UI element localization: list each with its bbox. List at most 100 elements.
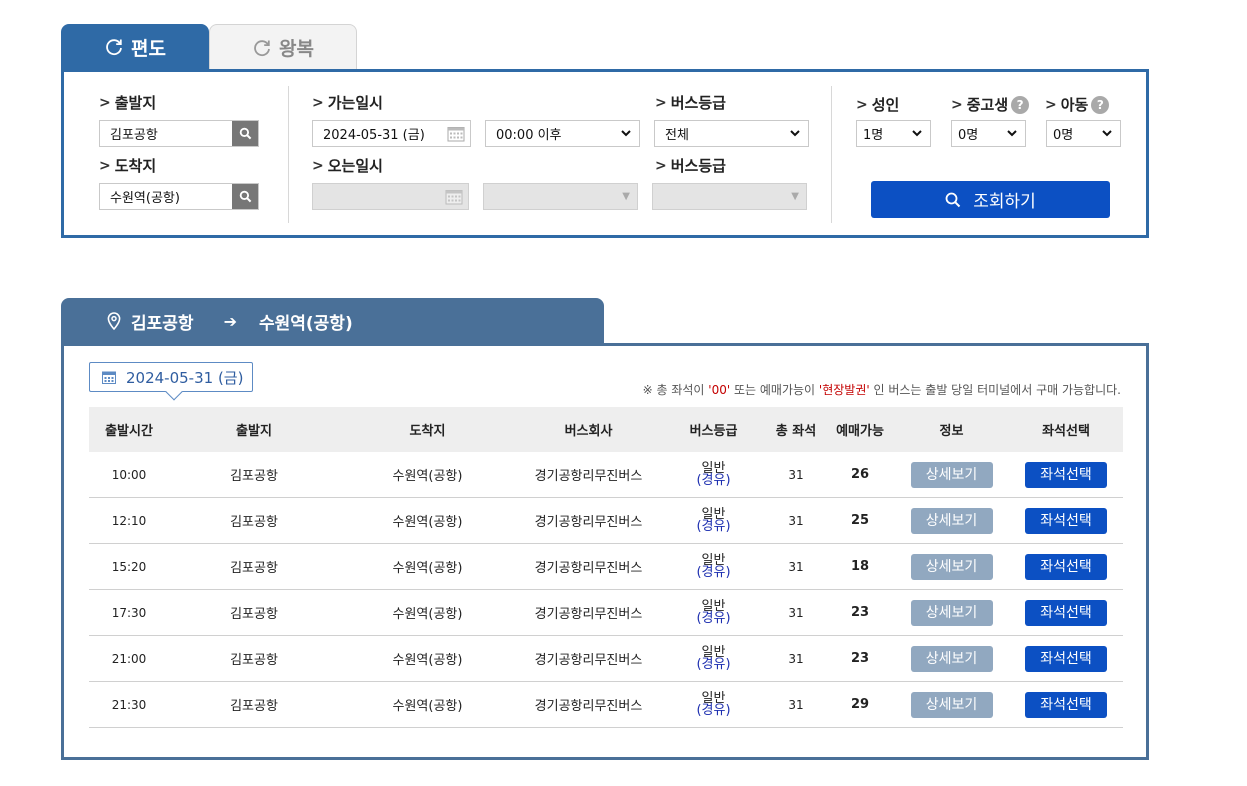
chevron-down-icon	[912, 130, 922, 137]
cell-arrival: 수원역(공항)	[392, 699, 463, 714]
results-table: 출발시간 출발지 도착지 버스회사 버스등급 총 좌석 예매가능 정보 좌석선택…	[89, 407, 1123, 728]
seat-select-button[interactable]: 좌석선택	[1025, 461, 1107, 488]
chevron-right-icon: >	[951, 96, 963, 113]
table-row: 10:00 김포공항 수원역(공항) 경기공항리무진버스 일반 (경유) 31 26 상세보기 좌…	[89, 452, 1123, 498]
cell-total-seats: 31	[788, 513, 804, 528]
return-bus-grade-select: ▼	[652, 183, 807, 210]
route-header: 김포공항 ➔ 수원역(공항)	[61, 298, 604, 344]
chevron-right-icon: >	[1045, 96, 1057, 113]
chevron-down-icon	[790, 130, 800, 137]
cell-departure: 김포공항	[230, 515, 278, 530]
cell-available-seats: 26	[850, 467, 870, 482]
seat-select-button[interactable]: 좌석선택	[1025, 645, 1107, 672]
cell-bus-company: 경기공항리무진버스	[534, 469, 643, 484]
cell-available-seats: 18	[850, 559, 870, 574]
go-time-select[interactable]: 00:00 이후	[485, 120, 640, 147]
youth-value: 0명	[958, 128, 979, 143]
table-row: 21:00 김포공항 수원역(공항) 경기공항리무진버스 일반 (경유) 31 23 상세보기 좌…	[89, 636, 1123, 682]
header-departure: 출발지	[236, 424, 272, 439]
return-date-label-text: 오는일시	[327, 157, 383, 175]
results-date: 2024-05-31 (금)	[126, 368, 244, 387]
header-total-seats: 총 좌석	[775, 424, 817, 439]
cell-bus-company: 경기공항리무진버스	[534, 699, 643, 714]
cell-info: 상세보기	[894, 691, 1009, 718]
table-body: 10:00 김포공항 수원역(공항) 경기공항리무진버스 일반 (경유) 31 26 상세보기 좌…	[89, 452, 1123, 728]
youth-label-text: 중고생	[966, 96, 1009, 114]
table-row: 21:30 김포공항 수원역(공항) 경기공항리무진버스 일반 (경유) 31 29 상세보기 좌…	[89, 682, 1123, 728]
via-text: (경유)	[696, 656, 731, 672]
adult-select[interactable]: 1명	[856, 120, 931, 147]
detail-button[interactable]: 상세보기	[910, 691, 993, 718]
adult-label-text: 성인	[871, 96, 900, 114]
arrival-field[interactable]: 수원역(공항)	[99, 183, 259, 210]
seat-select-button[interactable]: 좌석선택	[1025, 691, 1107, 718]
notice-mid: 또는 예매가능이	[730, 383, 819, 397]
refresh-icon	[106, 39, 122, 56]
cell-departure: 김포공항	[230, 607, 278, 622]
tab-roundtrip[interactable]: 왕복	[209, 24, 357, 70]
header-departure-time: 출발시간	[105, 424, 153, 439]
caret-down-icon: ▼	[622, 191, 630, 202]
detail-button[interactable]: 상세보기	[910, 645, 993, 672]
search-icon	[945, 192, 961, 207]
cell-arrival: 수원역(공항)	[392, 653, 463, 668]
departure-value: 김포공항	[110, 128, 158, 143]
header-arrival: 도착지	[409, 424, 446, 439]
seat-select-button[interactable]: 좌석선택	[1025, 507, 1107, 534]
help-icon[interactable]: ?	[1091, 95, 1110, 114]
cell-info: 상세보기	[894, 461, 1009, 488]
adult-label: > 성인	[856, 94, 899, 115]
table-row: 12:10 김포공항 수원역(공항) 경기공항리무진버스 일반 (경유) 31 25 상세보기 좌…	[89, 498, 1123, 544]
detail-button[interactable]: 상세보기	[910, 553, 993, 580]
departure-search-button[interactable]	[232, 121, 258, 146]
header-available: 예매가능	[836, 424, 884, 439]
youth-select[interactable]: 0명	[951, 120, 1026, 147]
cell-seat-select: 좌석선택	[1009, 691, 1123, 718]
cell-arrival: 수원역(공항)	[392, 561, 463, 576]
cell-bus-grade: 일반 (경유)	[661, 692, 766, 717]
help-icon[interactable]: ?	[1011, 95, 1030, 114]
cell-bus-grade: 일반 (경유)	[661, 646, 766, 672]
header-bus-grade: 버스등급	[689, 424, 738, 439]
cell-available-seats: 25	[850, 513, 870, 528]
cell-total-seats: 31	[788, 559, 804, 574]
cell-bus-grade: 일반 (경유)	[661, 554, 766, 580]
child-select[interactable]: 0명	[1046, 120, 1121, 147]
cell-seat-select: 좌석선택	[1009, 553, 1123, 580]
arrival-search-button[interactable]	[232, 184, 258, 209]
divider	[288, 86, 289, 223]
calendar-icon[interactable]	[447, 126, 465, 142]
cell-arrival: 수원역(공항)	[392, 469, 463, 484]
seat-select-button[interactable]: 좌석선택	[1025, 553, 1107, 580]
detail-button[interactable]: 상세보기	[910, 461, 993, 488]
chevron-right-icon: >	[99, 94, 111, 111]
go-date-value: 2024-05-31 (금)	[323, 128, 425, 143]
route-to: 수원역(공항)	[258, 313, 353, 334]
return-date-field	[312, 183, 469, 210]
search-button[interactable]: 조회하기	[871, 181, 1110, 218]
table-row: 15:20 김포공항 수원역(공항) 경기공항리무진버스 일반 (경유) 31 18 상세보기 좌…	[89, 544, 1123, 590]
cell-departure: 김포공항	[230, 653, 278, 668]
bus-grade-select[interactable]: 전체	[654, 120, 809, 147]
cell-departure-time: 21:00	[111, 651, 147, 666]
via-text: (경유)	[696, 564, 731, 580]
departure-label: > 출발지	[99, 92, 156, 113]
cell-departure-time: 15:20	[111, 559, 147, 574]
tab-oneway[interactable]: 편도	[61, 24, 209, 70]
chevron-right-icon: >	[312, 157, 324, 174]
go-time-value: 00:00 이후	[496, 128, 562, 143]
cell-bus-grade: 일반 (경유)	[661, 508, 766, 533]
cell-available-seats: 23	[850, 651, 870, 666]
cell-seat-select: 좌석선택	[1009, 461, 1123, 488]
via-text: (경유)	[696, 610, 731, 626]
search-icon	[239, 190, 251, 203]
youth-label: > 중고생?	[951, 94, 1030, 115]
tab-roundtrip-label: 왕복	[279, 38, 314, 60]
detail-button[interactable]: 상세보기	[910, 507, 993, 534]
cell-arrival: 수원역(공항)	[392, 515, 463, 530]
go-date-field[interactable]: 2024-05-31 (금)	[312, 120, 471, 147]
header-seat-select: 좌석선택	[1042, 424, 1090, 439]
detail-button[interactable]: 상세보기	[910, 599, 993, 626]
seat-select-button[interactable]: 좌석선택	[1025, 599, 1107, 626]
departure-field[interactable]: 김포공항	[99, 120, 259, 147]
